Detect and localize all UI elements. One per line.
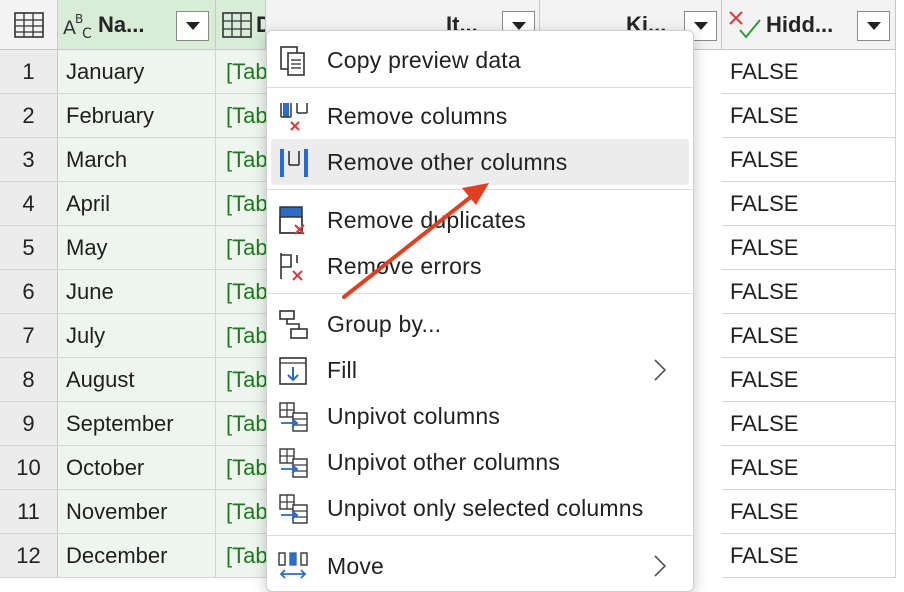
row-number[interactable]: 11 [0, 490, 58, 534]
cell-name[interactable]: September [58, 402, 216, 446]
chevron-right-icon [653, 358, 667, 382]
cell-name[interactable]: March [58, 138, 216, 182]
check-x-logical-type-icon [728, 10, 764, 40]
row-number[interactable]: 12 [0, 534, 58, 578]
remove-errors-icon [277, 251, 311, 283]
menu-item-label: Copy preview data [327, 47, 521, 74]
column-header-label: D... [256, 12, 266, 38]
menu-item-unpivot-other-columns[interactable]: Unpivot other columns [271, 439, 689, 485]
cell-hidden[interactable]: FALSE [722, 138, 896, 182]
remove-duplicates-icon [277, 205, 311, 237]
cell-hidden[interactable]: FALSE [722, 50, 896, 94]
column-header-name[interactable]: A B C Na... [58, 0, 216, 50]
cell-hidden[interactable]: FALSE [722, 270, 896, 314]
menu-item-label: Remove other columns [327, 149, 568, 176]
menu-item-label: Group by... [327, 311, 441, 338]
row-number[interactable]: 3 [0, 138, 58, 182]
row-number[interactable]: 2 [0, 94, 58, 138]
menu-item-label: Fill [327, 357, 357, 384]
row-number[interactable]: 6 [0, 270, 58, 314]
menu-item-label: Unpivot only selected columns [327, 495, 643, 522]
cell-hidden[interactable]: FALSE [722, 182, 896, 226]
menu-item-remove-errors[interactable]: Remove errors [271, 243, 689, 289]
cell-name[interactable]: May [58, 226, 216, 270]
row-number[interactable]: 1 [0, 50, 58, 94]
column-filter-dropdown[interactable] [176, 11, 209, 41]
unpivot-columns-icon [277, 401, 311, 433]
row-number[interactable]: 5 [0, 226, 58, 270]
menu-separator [267, 293, 695, 294]
cell-name[interactable]: August [58, 358, 216, 402]
menu-item-label: Remove duplicates [327, 207, 526, 234]
cell-hidden[interactable]: FALSE [722, 94, 896, 138]
cell-name[interactable]: July [58, 314, 216, 358]
cell-hidden[interactable]: FALSE [722, 446, 896, 490]
table-type-icon [222, 12, 254, 38]
menu-item-unpivot-only-selected-columns[interactable]: Unpivot only selected columns [271, 485, 689, 531]
remove-other-columns-icon [277, 147, 311, 179]
fill-down-icon [277, 355, 311, 387]
cell-hidden[interactable]: FALSE [722, 490, 896, 534]
column-filter-dropdown[interactable] [857, 11, 890, 41]
menu-item-copy-preview-data[interactable]: Copy preview data [271, 37, 689, 83]
svg-text:B: B [75, 12, 83, 26]
unpivot-selected-columns-icon [277, 493, 311, 525]
menu-item-group-by[interactable]: Group by... [271, 301, 689, 347]
cell-name[interactable]: February [58, 94, 216, 138]
svg-text:C: C [82, 26, 92, 42]
unpivot-other-columns-icon [277, 447, 311, 479]
column-header-hidden[interactable]: Hidd... [722, 0, 896, 50]
menu-item-unpivot-columns[interactable]: Unpivot columns [271, 393, 689, 439]
abc-text-type-icon: A B C [62, 10, 96, 40]
chevron-right-icon [653, 554, 667, 578]
column-header-label: Hidd... [766, 12, 833, 38]
column-header-label: Na... [98, 12, 144, 38]
cell-hidden[interactable]: FALSE [722, 314, 896, 358]
group-by-icon [277, 309, 311, 341]
row-number[interactable]: 4 [0, 182, 58, 226]
menu-item-label: Remove errors [327, 253, 482, 280]
menu-separator [267, 87, 695, 88]
move-columns-icon [277, 551, 311, 583]
menu-item-fill[interactable]: Fill [271, 347, 689, 393]
grid-corner-select-all[interactable] [0, 0, 58, 50]
row-number[interactable]: 10 [0, 446, 58, 490]
cell-hidden[interactable]: FALSE [722, 226, 896, 270]
cell-name[interactable]: January [58, 50, 216, 94]
row-number[interactable]: 8 [0, 358, 58, 402]
menu-separator [267, 189, 695, 190]
menu-separator [267, 535, 695, 536]
menu-item-remove-other-columns[interactable]: Remove other columns [271, 139, 689, 185]
cell-hidden[interactable]: FALSE [722, 402, 896, 446]
table-grid-icon [14, 12, 44, 38]
copy-icon [277, 45, 311, 77]
cell-name[interactable]: April [58, 182, 216, 226]
row-number[interactable]: 7 [0, 314, 58, 358]
column-context-menu: Copy preview data Remove columns Remove … [266, 30, 694, 592]
menu-item-label: Remove columns [327, 103, 507, 130]
cell-hidden[interactable]: FALSE [722, 358, 896, 402]
remove-columns-icon [277, 101, 311, 133]
menu-item-move[interactable]: Move [271, 543, 689, 589]
menu-item-remove-duplicates[interactable]: Remove duplicates [271, 197, 689, 243]
menu-item-remove-columns[interactable]: Remove columns [271, 93, 689, 139]
cell-name[interactable]: December [58, 534, 216, 578]
menu-item-label: Move [327, 553, 384, 580]
menu-item-label: Unpivot other columns [327, 449, 560, 476]
row-number[interactable]: 9 [0, 402, 58, 446]
cell-name[interactable]: October [58, 446, 216, 490]
cell-hidden[interactable]: FALSE [722, 534, 896, 578]
menu-item-label: Unpivot columns [327, 403, 500, 430]
column-header-data[interactable]: D... [216, 0, 266, 50]
cell-name[interactable]: June [58, 270, 216, 314]
cell-name[interactable]: November [58, 490, 216, 534]
